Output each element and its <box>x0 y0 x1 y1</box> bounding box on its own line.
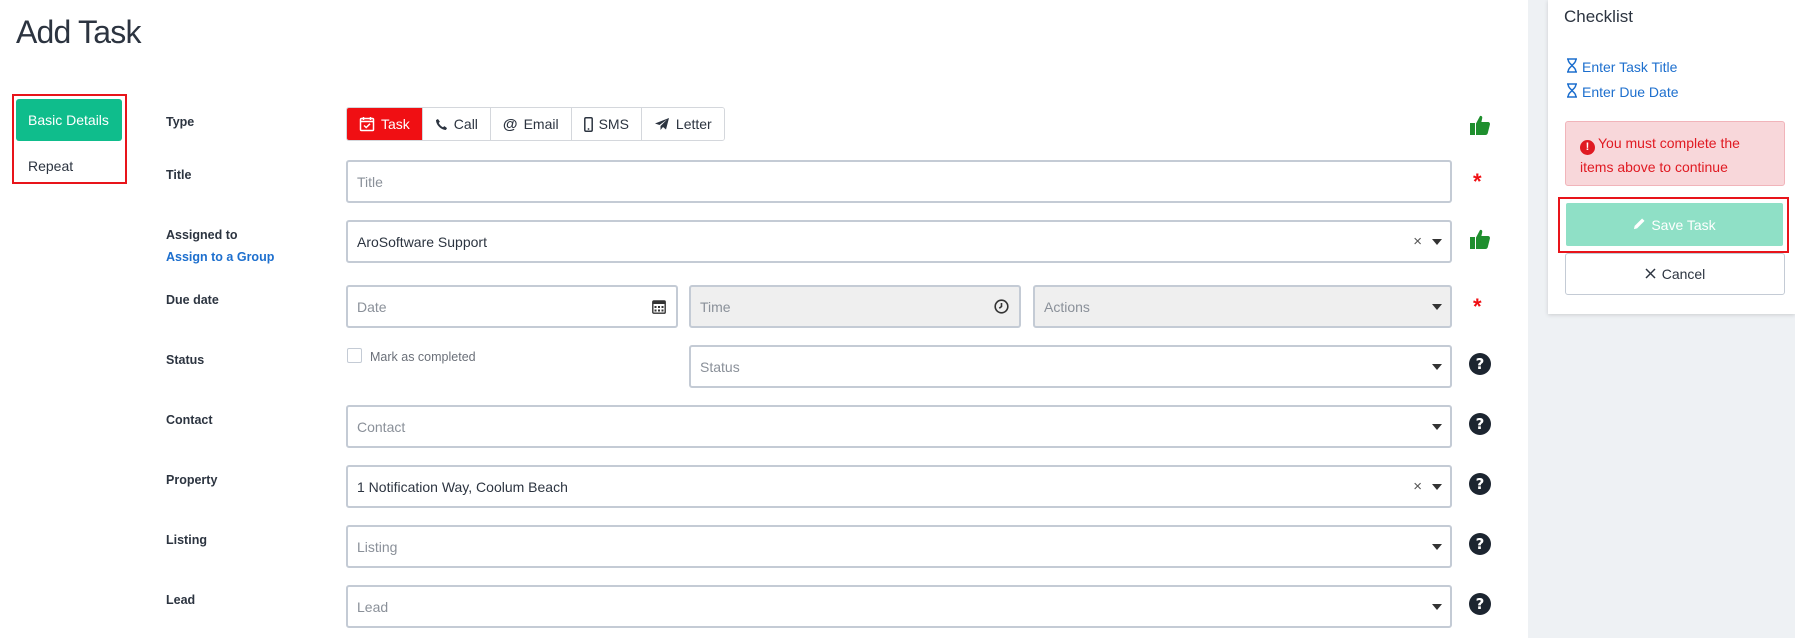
type-task-button[interactable]: Task <box>347 108 422 140</box>
thumbs-up-icon <box>1469 228 1491 255</box>
type-letter-label: Letter <box>675 116 712 132</box>
property-value: 1 Notification Way, Coolum Beach <box>357 478 568 495</box>
type-call-label: Call <box>453 116 478 132</box>
lead-label: Lead <box>166 593 196 607</box>
svg-text:?: ? <box>1476 595 1485 613</box>
date-input[interactable]: Date <box>346 285 678 328</box>
time-placeholder: Time <box>700 298 731 315</box>
checklist-alert: ! You must complete the items above to co… <box>1565 121 1785 186</box>
lead-placeholder: Lead <box>357 598 389 615</box>
assign-to-group-link[interactable]: Assign to a Group <box>166 250 274 264</box>
clear-property-icon[interactable]: × <box>1413 478 1422 496</box>
chevron-down-icon[interactable] <box>1432 303 1442 310</box>
checklist-item-task-title[interactable]: Enter Task Title <box>1566 58 1677 76</box>
mark-completed-label: Mark as completed <box>370 350 476 364</box>
checklist-title: Checklist <box>1564 7 1633 26</box>
tab-basic-details[interactable]: Basic Details <box>16 99 122 141</box>
type-letter-button[interactable]: Letter <box>640 108 724 140</box>
svg-text:?: ? <box>1476 415 1485 433</box>
checklist-item-due-date[interactable]: Enter Due Date <box>1566 83 1679 101</box>
mark-completed-checkbox[interactable] <box>347 348 362 363</box>
help-icon[interactable]: ? <box>1469 533 1491 560</box>
listing-label: Listing <box>166 533 207 547</box>
listing-select[interactable]: Listing <box>346 525 1452 568</box>
page-title: Add Task <box>16 14 141 50</box>
hourglass-icon <box>1566 58 1578 76</box>
assigned-to-select[interactable]: AroSoftware Support × <box>346 220 1452 263</box>
actions-select[interactable]: Actions <box>1033 285 1452 328</box>
property-label: Property <box>166 473 218 487</box>
type-sms-label: SMS <box>598 116 629 132</box>
chevron-down-icon[interactable] <box>1432 423 1442 430</box>
status-select[interactable]: Status <box>689 345 1452 388</box>
hourglass-icon <box>1566 83 1578 101</box>
help-icon[interactable]: ? <box>1469 413 1491 440</box>
save-task-label: Save Task <box>1651 216 1716 233</box>
contact-select[interactable]: Contact <box>346 405 1452 448</box>
phone-icon <box>435 118 448 131</box>
title-input[interactable]: Title <box>346 160 1452 203</box>
type-label: Type <box>166 115 195 129</box>
status-label: Status <box>166 353 205 367</box>
due-date-label: Due date <box>166 293 219 307</box>
date-placeholder: Date <box>357 298 387 315</box>
listing-placeholder: Listing <box>357 538 398 555</box>
assigned-to-value: AroSoftware Support <box>357 233 487 250</box>
svg-text:?: ? <box>1476 535 1485 553</box>
chevron-down-icon[interactable] <box>1432 543 1442 550</box>
at-icon: @ <box>502 115 518 133</box>
status-placeholder: Status <box>700 358 740 375</box>
chevron-down-icon[interactable] <box>1432 603 1442 610</box>
actions-placeholder: Actions <box>1044 298 1090 315</box>
contact-placeholder: Contact <box>357 418 406 435</box>
clock-icon[interactable] <box>994 298 1009 317</box>
chevron-down-icon[interactable] <box>1432 238 1442 245</box>
cancel-label: Cancel <box>1661 266 1706 282</box>
add-task-page: Add Task Basic Details Repeat Type Task … <box>0 0 1795 638</box>
type-email-button[interactable]: @ Email <box>489 108 571 140</box>
type-button-group: Task Call @ Email SMS Letter <box>346 107 725 141</box>
type-sms-button[interactable]: SMS <box>570 108 641 140</box>
title-placeholder: Title <box>357 173 383 190</box>
chevron-down-icon[interactable] <box>1432 363 1442 370</box>
alert-text: You must complete the items above to con… <box>1580 135 1740 175</box>
cancel-button[interactable]: Cancel <box>1565 253 1785 295</box>
type-call-button[interactable]: Call <box>421 108 490 140</box>
pencil-icon <box>1633 217 1646 233</box>
help-icon[interactable]: ? <box>1469 353 1491 380</box>
thumbs-up-icon <box>1469 114 1491 141</box>
clear-assigned-icon[interactable]: × <box>1413 233 1422 251</box>
assigned-to-label: Assigned to <box>166 228 238 242</box>
title-label: Title <box>166 168 192 182</box>
save-task-button[interactable]: Save Task <box>1566 203 1783 246</box>
help-icon[interactable]: ? <box>1469 473 1491 500</box>
svg-text:?: ? <box>1476 355 1485 373</box>
help-icon[interactable]: ? <box>1469 593 1491 620</box>
required-asterisk-icon: * <box>1473 294 1482 319</box>
chevron-down-icon[interactable] <box>1432 483 1442 490</box>
required-asterisk-icon: * <box>1473 169 1482 194</box>
paper-plane-icon <box>654 117 670 131</box>
mobile-icon <box>583 116 593 132</box>
calendar-icon[interactable] <box>652 299 666 317</box>
type-email-label: Email <box>523 116 559 132</box>
time-input[interactable]: Time <box>689 285 1021 328</box>
checklist-item-label: Enter Task Title <box>1582 59 1678 75</box>
contact-label: Contact <box>166 413 213 427</box>
lead-select[interactable]: Lead <box>346 585 1452 628</box>
tab-repeat[interactable]: Repeat <box>16 145 122 187</box>
checklist-item-label: Enter Due Date <box>1582 84 1679 100</box>
type-task-label: Task <box>381 116 410 132</box>
exclamation-icon: ! <box>1580 140 1595 155</box>
calendar-check-icon <box>359 116 375 132</box>
property-select[interactable]: 1 Notification Way, Coolum Beach × <box>346 465 1452 508</box>
svg-text:?: ? <box>1476 475 1485 493</box>
close-icon <box>1645 266 1656 282</box>
